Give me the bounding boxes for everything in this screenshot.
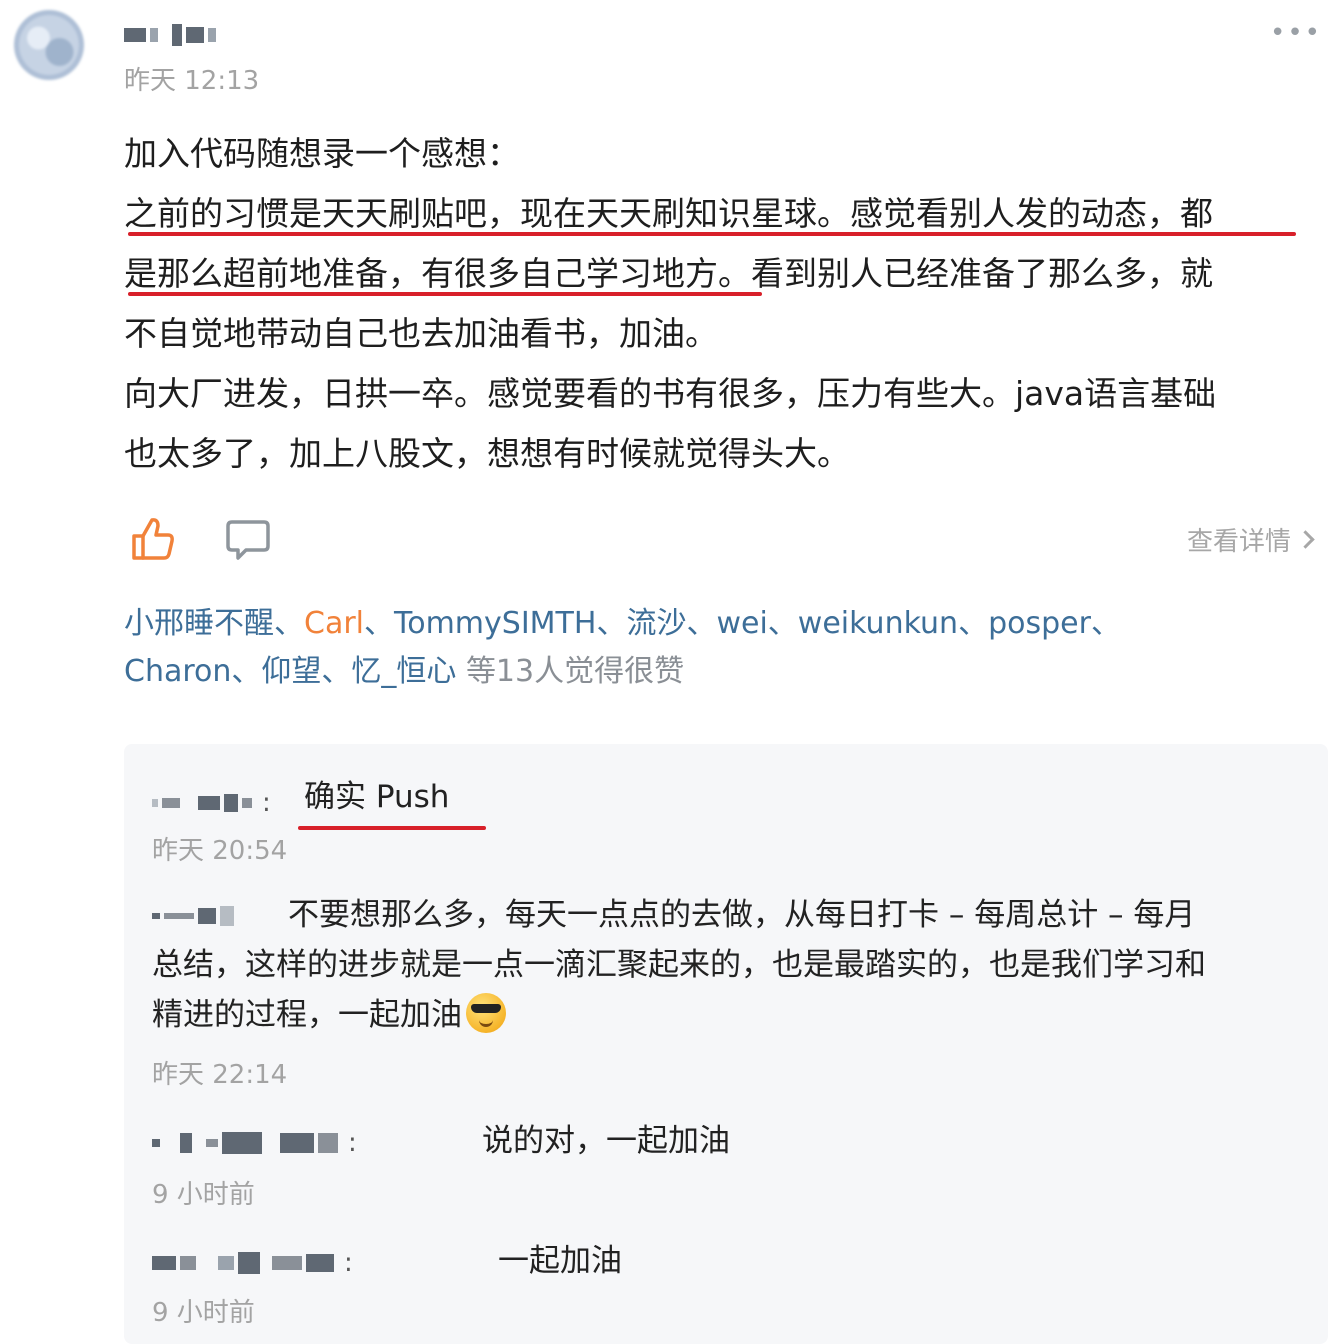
separator: 、 <box>231 654 262 689</box>
comment-text: 不要想那么多，每天一点点的去做，从每日打卡 – 每周总计 – 每月 <box>288 897 1196 933</box>
commenter-name-blurred[interactable]: : <box>152 1248 353 1278</box>
liker-name[interactable]: Carl <box>304 606 364 641</box>
post-time: 昨天 12:13 <box>124 66 260 96</box>
post-line: 不自觉地带动自己也去加油看书，加油。 <box>124 314 718 353</box>
commenter-name-blurred[interactable]: : <box>152 1128 357 1158</box>
highlight-underline <box>128 292 762 296</box>
separator: 、 <box>686 606 717 641</box>
separator: 、 <box>321 654 352 689</box>
comment-text: 精进的过程，一起加油 <box>152 997 462 1033</box>
liker-name[interactable]: 仰望 <box>261 654 321 689</box>
chevron-right-icon <box>1296 530 1315 549</box>
comment-time: 昨天 20:54 <box>152 836 288 866</box>
thumbs-up-icon[interactable] <box>128 514 178 564</box>
post-line: 向大厂进发，日拱一卒。感觉要看的书有很多，压力有些大。java语言基础 <box>124 374 1217 413</box>
view-detail-label: 查看详情 <box>1186 527 1291 557</box>
separator: 、 <box>958 606 989 641</box>
commenter-name-blurred[interactable] <box>152 906 234 926</box>
comment-bubble-icon[interactable] <box>224 516 272 564</box>
liker-name[interactable]: 流沙 <box>626 606 686 641</box>
liker-name[interactable]: 小邢睡不醒 <box>124 606 274 641</box>
comment-text: 一起加油 <box>498 1243 622 1279</box>
separator: 、 <box>364 606 394 641</box>
comment-text-last-line: 精进的过程，一起加油 <box>152 990 506 1040</box>
comment-text: 说的对，一起加油 <box>482 1123 730 1159</box>
liker-name[interactable]: wei <box>716 606 767 641</box>
separator: 、 <box>274 606 304 641</box>
view-detail-link[interactable]: 查看详情 <box>1186 521 1315 558</box>
post-line: 也太多了，加上八股文，想想有时候就觉得头大。 <box>124 434 850 473</box>
liker-name[interactable]: Charon <box>124 654 231 689</box>
comment-text: 确实 Push <box>304 779 450 815</box>
liker-name[interactable]: TommySIMTH <box>394 606 596 641</box>
likes-list: 小邢睡不醒、Carl、TommySIMTH、流沙、wei、weikunkun、p… <box>124 600 1244 696</box>
likes-summary: 等13人觉得很赞 <box>465 654 685 689</box>
comment-text: 总结，这样的进步就是一点一滴汇聚起来的，也是最踏实的，也是我们学习和 <box>152 947 1206 983</box>
liker-name[interactable]: posper <box>988 606 1091 641</box>
avatar[interactable] <box>14 10 84 80</box>
liker-name[interactable]: 忆_恒心 <box>351 654 456 689</box>
comment-time: 9 小时前 <box>152 1180 255 1210</box>
liker-name[interactable]: weikunkun <box>798 606 958 641</box>
highlight-underline <box>128 232 1296 236</box>
separator: 、 <box>1090 606 1121 641</box>
comment-time: 9 小时前 <box>152 1298 255 1328</box>
sunglasses-emoji-icon <box>466 993 506 1033</box>
post-content: 加入代码随想录一个感想： 之前的习惯是天天刷贴吧，现在天天刷知识星球。感觉看别人… <box>124 124 1324 484</box>
more-dots-icon[interactable]: ••• <box>1270 20 1322 46</box>
author-name-blurred[interactable] <box>124 24 216 46</box>
separator: 、 <box>596 606 627 641</box>
commenter-name-blurred[interactable]: : <box>152 788 271 818</box>
highlight-underline <box>298 826 486 830</box>
post-line: 加入代码随想录一个感想： <box>124 134 520 173</box>
separator: 、 <box>767 606 798 641</box>
comment-time: 昨天 22:14 <box>152 1060 288 1090</box>
